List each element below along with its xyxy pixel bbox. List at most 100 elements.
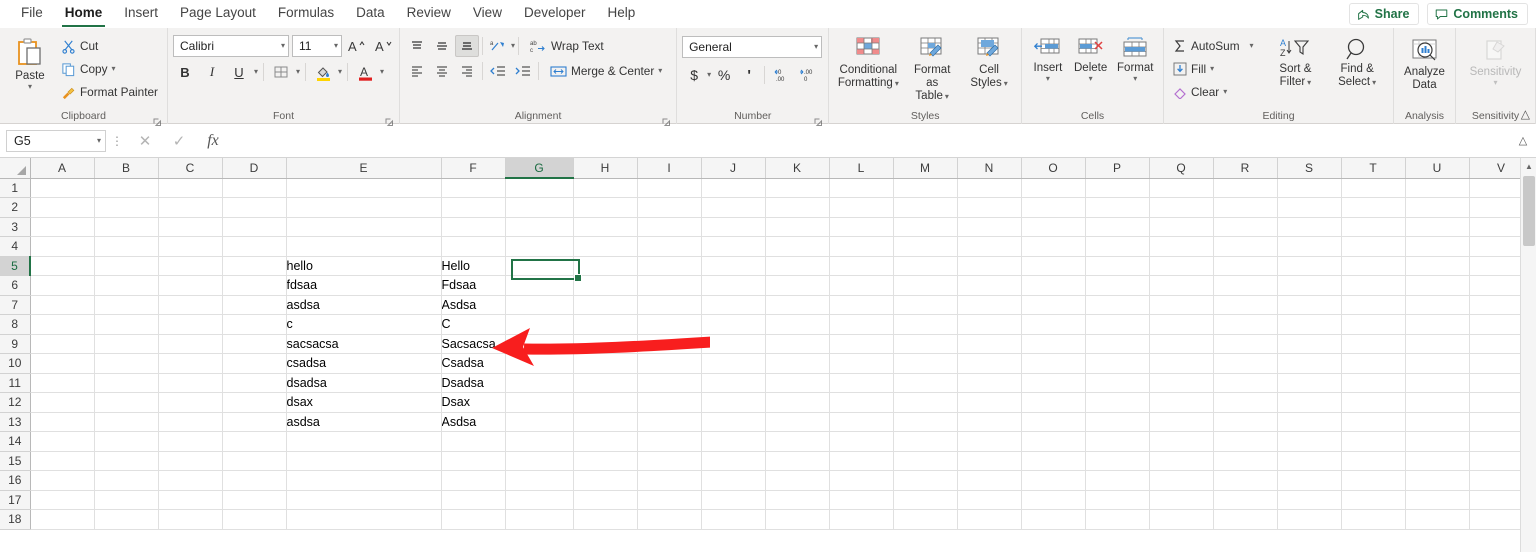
cell-m18[interactable] bbox=[893, 509, 958, 530]
font-color-chevron-down-icon[interactable]: ▾ bbox=[380, 68, 384, 76]
cell-b7[interactable] bbox=[94, 295, 159, 315]
cell-s9[interactable] bbox=[1277, 334, 1342, 354]
bold-button[interactable]: B bbox=[173, 61, 197, 83]
cell-r2[interactable] bbox=[1213, 197, 1278, 218]
cell-l3[interactable] bbox=[829, 217, 894, 237]
cell-j6[interactable] bbox=[701, 275, 766, 296]
cell-j10[interactable] bbox=[701, 353, 766, 374]
cell-o12[interactable] bbox=[1021, 392, 1086, 413]
cell-u14[interactable] bbox=[1405, 431, 1470, 452]
cell-r10[interactable] bbox=[1213, 353, 1278, 374]
cell-f7[interactable]: Asdsa bbox=[441, 295, 506, 315]
cell-u11[interactable] bbox=[1405, 373, 1470, 393]
cell-f11[interactable]: Dsadsa bbox=[441, 373, 506, 393]
cell-n17[interactable] bbox=[957, 490, 1022, 510]
cell-i18[interactable] bbox=[637, 509, 702, 530]
row-header-14[interactable]: 14 bbox=[0, 431, 31, 452]
cell-n2[interactable] bbox=[957, 197, 1022, 218]
column-header-q[interactable]: Q bbox=[1149, 158, 1214, 179]
cell-t17[interactable] bbox=[1341, 490, 1406, 510]
cell-d5[interactable] bbox=[222, 256, 287, 276]
column-header-j[interactable]: J bbox=[701, 158, 766, 179]
cell-r6[interactable] bbox=[1213, 275, 1278, 296]
cell-m11[interactable] bbox=[893, 373, 958, 393]
font-family-chevron-down-icon[interactable]: ▾ bbox=[281, 42, 285, 50]
cell-d11[interactable] bbox=[222, 373, 287, 393]
cell-i4[interactable] bbox=[637, 236, 702, 257]
cell-b18[interactable] bbox=[94, 509, 159, 530]
cell-l18[interactable] bbox=[829, 509, 894, 530]
cell-q6[interactable] bbox=[1149, 275, 1214, 296]
row-header-16[interactable]: 16 bbox=[0, 470, 31, 491]
cell-p16[interactable] bbox=[1085, 470, 1150, 491]
cell-f15[interactable] bbox=[441, 451, 506, 471]
cell-l5[interactable] bbox=[829, 256, 894, 276]
cell-l6[interactable] bbox=[829, 275, 894, 296]
underline-chevron-down-icon[interactable]: ▾ bbox=[254, 68, 258, 76]
clipboard-dialog-launcher[interactable] bbox=[152, 114, 162, 126]
cell-s7[interactable] bbox=[1277, 295, 1342, 315]
cell-d17[interactable] bbox=[222, 490, 287, 510]
cell-s11[interactable] bbox=[1277, 373, 1342, 393]
cell-g2[interactable] bbox=[505, 197, 574, 218]
cell-s5[interactable] bbox=[1277, 256, 1342, 276]
column-header-e[interactable]: E bbox=[286, 158, 442, 179]
cell-d7[interactable] bbox=[222, 295, 287, 315]
cell-a7[interactable] bbox=[30, 295, 95, 315]
cell-g3[interactable] bbox=[505, 217, 574, 237]
cell-r18[interactable] bbox=[1213, 509, 1278, 530]
cell-g18[interactable] bbox=[505, 509, 574, 530]
cell-f18[interactable] bbox=[441, 509, 506, 530]
cell-f8[interactable]: C bbox=[441, 314, 506, 335]
row-header-12[interactable]: 12 bbox=[0, 392, 31, 413]
merge-center-chevron-down-icon[interactable]: ▾ bbox=[658, 67, 662, 75]
cell-u4[interactable] bbox=[1405, 236, 1470, 257]
cell-o15[interactable] bbox=[1021, 451, 1086, 471]
cell-b2[interactable] bbox=[94, 197, 159, 218]
cell-h17[interactable] bbox=[573, 490, 638, 510]
font-color-button[interactable]: A bbox=[353, 61, 377, 83]
autosum-button[interactable]: AutoSum ▾ bbox=[1169, 35, 1265, 57]
cell-p11[interactable] bbox=[1085, 373, 1150, 393]
cell-l9[interactable] bbox=[829, 334, 894, 354]
cell-s17[interactable] bbox=[1277, 490, 1342, 510]
cell-u10[interactable] bbox=[1405, 353, 1470, 374]
cell-h7[interactable] bbox=[573, 295, 638, 315]
cell-c17[interactable] bbox=[158, 490, 223, 510]
fill-color-chevron-down-icon[interactable]: ▾ bbox=[338, 68, 342, 76]
cell-j5[interactable] bbox=[701, 256, 766, 276]
cell-i15[interactable] bbox=[637, 451, 702, 471]
cell-q1[interactable] bbox=[1149, 178, 1214, 198]
cell-e14[interactable] bbox=[286, 431, 442, 452]
underline-button[interactable]: U bbox=[227, 61, 251, 83]
cell-h14[interactable] bbox=[573, 431, 638, 452]
cell-r9[interactable] bbox=[1213, 334, 1278, 354]
cell-a16[interactable] bbox=[30, 470, 95, 491]
cell-l11[interactable] bbox=[829, 373, 894, 393]
cell-p5[interactable] bbox=[1085, 256, 1150, 276]
cell-u13[interactable] bbox=[1405, 412, 1470, 432]
cell-n16[interactable] bbox=[957, 470, 1022, 491]
cell-s14[interactable] bbox=[1277, 431, 1342, 452]
column-header-c[interactable]: C bbox=[158, 158, 223, 179]
cell-u5[interactable] bbox=[1405, 256, 1470, 276]
row-header-17[interactable]: 17 bbox=[0, 490, 31, 510]
cell-p15[interactable] bbox=[1085, 451, 1150, 471]
cell-m8[interactable] bbox=[893, 314, 958, 335]
cell-l17[interactable] bbox=[829, 490, 894, 510]
enter-formula-button[interactable]: ✓ bbox=[162, 129, 196, 153]
cell-g4[interactable] bbox=[505, 236, 574, 257]
column-header-a[interactable]: A bbox=[30, 158, 95, 179]
cell-styles-button[interactable]: Cell Styles ▾ bbox=[963, 34, 1015, 90]
cell-j4[interactable] bbox=[701, 236, 766, 257]
copy-button[interactable]: Copy ▾ bbox=[57, 58, 162, 80]
column-header-k[interactable]: K bbox=[765, 158, 830, 179]
cell-i11[interactable] bbox=[637, 373, 702, 393]
cell-m13[interactable] bbox=[893, 412, 958, 432]
cell-t2[interactable] bbox=[1341, 197, 1406, 218]
cell-n14[interactable] bbox=[957, 431, 1022, 452]
cell-m1[interactable] bbox=[893, 178, 958, 198]
cell-o14[interactable] bbox=[1021, 431, 1086, 452]
cell-c8[interactable] bbox=[158, 314, 223, 335]
cell-p7[interactable] bbox=[1085, 295, 1150, 315]
